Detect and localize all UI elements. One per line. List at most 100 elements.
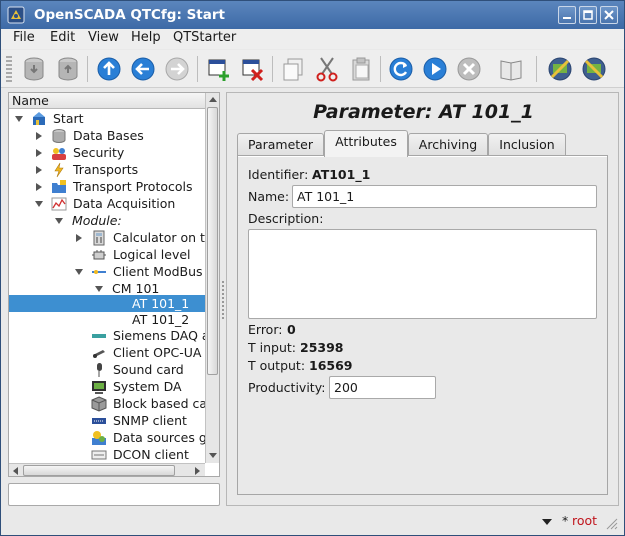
menu-file[interactable]: File	[13, 30, 35, 45]
block-icon	[91, 396, 107, 412]
tree-item-client-opc-ua[interactable]: Client OPC-UA	[9, 344, 205, 361]
user-name[interactable]: root	[572, 513, 597, 528]
tree-item-label: SNMP client	[113, 413, 187, 428]
refresh-button[interactable]	[386, 53, 416, 85]
chevron-down-icon[interactable]	[14, 114, 24, 124]
scroll-left-icon[interactable]	[10, 465, 22, 477]
modbus-icon	[92, 270, 106, 274]
daq-icon	[51, 197, 67, 211]
up-button[interactable]	[94, 53, 124, 85]
db-load-icon	[24, 57, 44, 81]
scroll-down-icon[interactable]	[207, 449, 219, 461]
name-field[interactable]: AT 101_1	[292, 185, 597, 208]
tree-horizontal-scrollbar[interactable]	[9, 463, 205, 477]
copy-icon	[283, 58, 303, 81]
error-value: 0	[287, 322, 296, 337]
tree-vertical-scrollbar[interactable]	[205, 93, 219, 463]
tree-item-at-101-2[interactable]: AT 101_2	[9, 311, 205, 328]
db-load-button[interactable]	[19, 53, 49, 85]
scrollbar-thumb[interactable]	[207, 107, 218, 375]
chevron-down-icon[interactable]	[54, 216, 64, 226]
start-button[interactable]	[420, 53, 450, 85]
gate-icon	[92, 431, 106, 445]
productivity-field[interactable]: 200	[329, 376, 436, 399]
tree-item-label: Transport Protocols	[73, 179, 193, 194]
tree-item-at-101-1[interactable]: AT 101_1	[9, 295, 205, 312]
tree-item-data-sources[interactable]: Data sources ga	[9, 429, 214, 446]
tree-item-transport-protocols[interactable]: Transport Protocols	[9, 178, 205, 195]
tree-item-logical-level[interactable]: Logical level	[9, 246, 205, 263]
tree-item-module-group[interactable]: Module:	[9, 212, 205, 229]
description-field[interactable]	[248, 229, 597, 319]
menu-view[interactable]: View	[88, 30, 119, 45]
stop-button[interactable]	[454, 53, 484, 85]
resize-grip-icon[interactable]	[604, 516, 618, 530]
tab-parameter[interactable]: Parameter	[237, 133, 324, 157]
toolbar-separator	[536, 56, 537, 82]
panel-splitter-handle[interactable]	[222, 281, 224, 321]
back-button[interactable]	[128, 53, 158, 85]
tree-item-start[interactable]: Start	[9, 110, 205, 127]
chevron-right-icon[interactable]	[34, 182, 44, 192]
scroll-right-icon[interactable]	[191, 465, 203, 477]
tree-item-calculator[interactable]: Calculator on th	[9, 229, 213, 246]
station-alt-button[interactable]	[579, 53, 609, 85]
delete-item-button[interactable]	[238, 53, 268, 85]
chevron-right-icon[interactable]	[34, 131, 44, 141]
tree-filter-input[interactable]	[8, 483, 220, 506]
tree-item-client-modbus[interactable]: Client ModBus	[9, 263, 205, 280]
tree-item-snmp-client[interactable]: SNMP client	[9, 412, 205, 429]
cut-button[interactable]	[312, 53, 342, 85]
chevron-right-icon[interactable]	[34, 148, 44, 158]
tree-item-data-acquisition[interactable]: Data Acquisition	[9, 195, 205, 212]
toolbar-grip[interactable]	[6, 56, 12, 82]
scrollbar-thumb[interactable]	[23, 465, 175, 476]
chevron-down-icon[interactable]	[74, 267, 84, 277]
tree-item-siemens[interactable]: Siemens DAQ a	[9, 327, 210, 344]
tree-item-label: Data Acquisition	[73, 196, 176, 211]
scroll-up-icon[interactable]	[207, 94, 219, 106]
db-save-icon	[58, 57, 78, 81]
chevron-right-icon[interactable]	[34, 165, 44, 175]
t-input-value: 25398	[300, 340, 344, 355]
tab-attributes[interactable]: Attributes	[324, 130, 408, 157]
station-button[interactable]	[545, 53, 575, 85]
chevron-down-icon[interactable]	[34, 199, 44, 209]
menu-help[interactable]: Help	[131, 30, 161, 45]
chevron-right-icon[interactable]	[74, 233, 84, 243]
chevron-down-icon[interactable]	[94, 284, 104, 294]
chevron-down-icon[interactable]	[541, 518, 553, 526]
manual-button[interactable]	[496, 53, 526, 85]
copy-button[interactable]	[278, 53, 308, 85]
add-item-button[interactable]	[204, 53, 234, 85]
menu-edit[interactable]: Edit	[50, 30, 75, 45]
tree-item-security[interactable]: Security	[9, 144, 205, 161]
tree-item-data-bases[interactable]: Data Bases	[9, 127, 205, 144]
tree-item-transports[interactable]: Transports	[9, 161, 205, 178]
tree-item-dcon-client[interactable]: DCON client	[9, 446, 205, 463]
tree-item-label: Block based cal	[113, 396, 211, 411]
forward-button[interactable]	[162, 53, 192, 85]
title-bar[interactable]: OpenSCADA QTCfg: Start	[1, 1, 624, 29]
toolbar	[1, 50, 624, 88]
tab-inclusion[interactable]: Inclusion	[488, 133, 566, 157]
paste-button[interactable]	[346, 53, 376, 85]
tree-item-sound-card[interactable]: Sound card	[9, 361, 205, 378]
tree-item-system-da[interactable]: System DA	[9, 378, 205, 395]
navigation-tree[interactable]: Name Start Data Bases Security Transport…	[8, 92, 220, 477]
tree-header-name[interactable]: Name	[9, 93, 205, 109]
db-save-button[interactable]	[53, 53, 83, 85]
tree-item-label: Start	[53, 111, 84, 126]
manual-icon	[500, 60, 522, 81]
toolbar-separator	[272, 56, 273, 82]
maximize-button[interactable]	[579, 6, 597, 24]
tree-item-label: Transports	[73, 162, 139, 177]
close-button[interactable]	[600, 6, 618, 24]
identifier-label: Identifier:	[248, 167, 309, 182]
tree-item-block-based[interactable]: Block based cal	[9, 395, 211, 412]
tab-archiving[interactable]: Archiving	[408, 133, 488, 157]
menu-qtstarter[interactable]: QTStarter	[173, 30, 236, 45]
microphone-icon	[97, 363, 102, 377]
tree-item-label: Sound card	[113, 362, 184, 377]
minimize-button[interactable]	[558, 6, 576, 24]
